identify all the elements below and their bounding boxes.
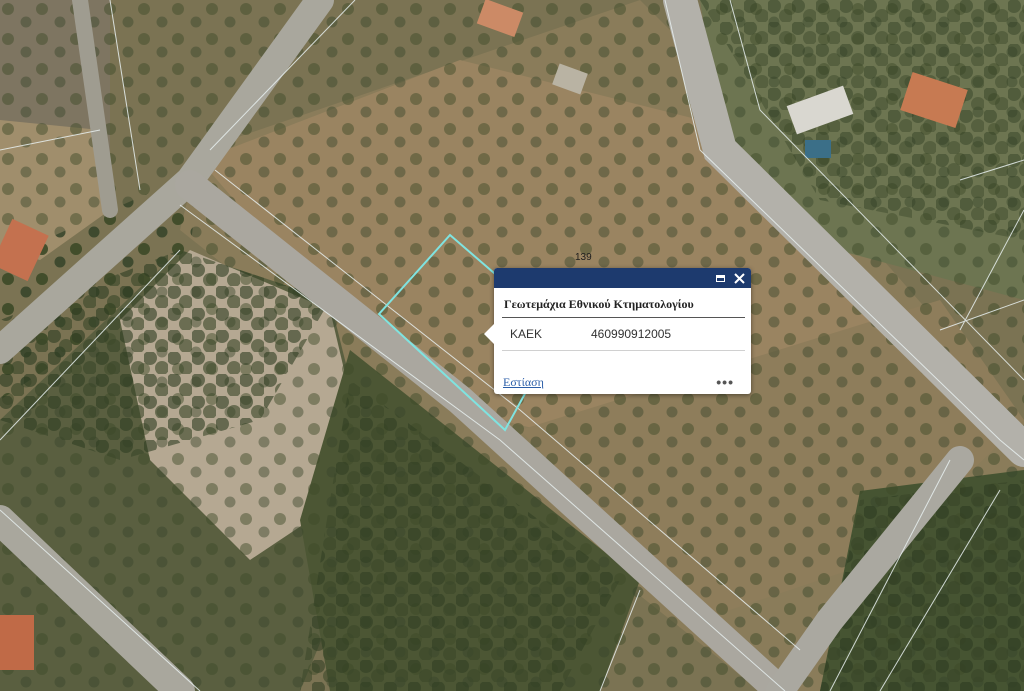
- more-options-icon[interactable]: •••: [716, 374, 734, 390]
- parcel-number-label: 139: [575, 252, 592, 263]
- attribute-row: ΚΑΕΚ 460990912005: [494, 318, 751, 350]
- popup-title: Γεωτεμάχια Εθνικού Κτηματολογίου: [504, 297, 694, 311]
- popup-pointer: [484, 324, 494, 344]
- maximize-icon[interactable]: [712, 270, 728, 286]
- attribute-key: ΚΑΕΚ: [510, 327, 543, 341]
- close-icon[interactable]: [731, 270, 747, 286]
- row-divider: [502, 350, 745, 351]
- popup-footer: Εστίαση •••: [503, 374, 734, 390]
- popup-header: [494, 268, 751, 288]
- attribute-value: 460990912005: [591, 327, 672, 341]
- info-popup: Γεωτεμάχια Εθνικού Κτηματολογίου ΚΑΕΚ 46…: [484, 268, 751, 394]
- zoom-to-link[interactable]: Εστίαση: [503, 375, 544, 390]
